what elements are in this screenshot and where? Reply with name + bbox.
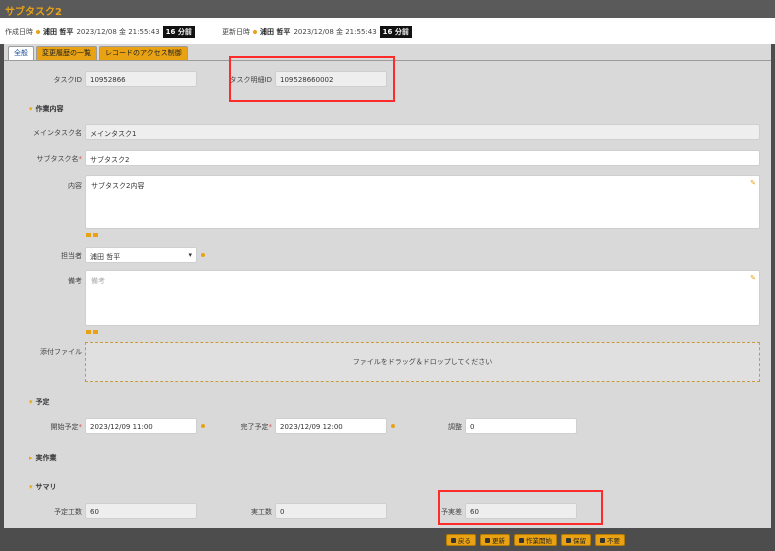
chevron-down-icon: ▾ xyxy=(29,398,33,406)
content-label: 内容 xyxy=(68,182,82,190)
hold-button[interactable]: 保留 xyxy=(561,534,591,546)
save-icon xyxy=(519,537,524,543)
end-label-text: 完了予定 xyxy=(240,423,269,431)
back-button[interactable]: 戻る xyxy=(446,534,476,546)
pencil-icon[interactable]: ✎ xyxy=(750,274,756,282)
start-work-button[interactable]: 作業開始 xyxy=(514,534,557,546)
adjust-label: 調整 xyxy=(448,423,462,431)
content-text: サブタスク2内容 xyxy=(91,182,145,190)
chevron-down-icon: ▾ xyxy=(188,251,192,259)
updated-user[interactable]: 浦田 哲平 xyxy=(260,27,290,37)
start-label-text: 開始予定 xyxy=(50,423,79,431)
meta-bar: 作成日時 浦田 哲平 2023/12/08 金 21:55:43 16 分前 更… xyxy=(0,18,775,44)
chevron-down-icon: ▾ xyxy=(29,105,33,113)
section-actual[interactable]: ▸ 実作業 xyxy=(29,453,57,463)
updated-ago-badge: 16 分前 xyxy=(379,26,412,38)
title-bar: サブタスク2 xyxy=(0,0,775,18)
content-textarea[interactable]: サブタスク2内容 ✎ xyxy=(85,175,760,229)
assignee-value: 浦田 哲平 xyxy=(90,253,121,261)
page-title: サブタスク2 xyxy=(5,7,62,18)
sub-task-label-text: サブタスク名 xyxy=(36,155,79,163)
section-summary[interactable]: ▾ サマリ xyxy=(29,482,57,492)
tab-general[interactable]: 全般 xyxy=(8,46,34,61)
footer-toolbar: 戻る 更新 作業開始 保留 不要 xyxy=(0,528,775,551)
updated-label: 更新日時 xyxy=(222,28,250,36)
user-search-icon[interactable] xyxy=(201,253,205,257)
note-textarea[interactable]: 備考 ✎ xyxy=(85,270,760,326)
section-plan-title: 予定 xyxy=(35,398,50,406)
assignee-select[interactable]: 浦田 哲平 ▾ xyxy=(85,247,197,263)
section-work-title: 作業内容 xyxy=(35,105,64,113)
back-icon xyxy=(451,537,456,543)
created-ago-badge: 16 分前 xyxy=(162,26,195,38)
format-icon[interactable] xyxy=(93,233,98,237)
tab-history[interactable]: 変更履歴の一覧 xyxy=(36,46,97,61)
format-icon[interactable] xyxy=(86,330,91,334)
attach-label: 添付ファイル xyxy=(40,348,82,356)
update-button[interactable]: 更新 xyxy=(480,534,510,546)
actual-hours-field[interactable]: 0 xyxy=(275,503,387,519)
back-button-label: 戻る xyxy=(458,537,471,545)
created-info: 作成日時 浦田 哲平 2023/12/08 金 21:55:43 16 分前 xyxy=(5,26,195,38)
actual-hours-label: 実工数 xyxy=(251,508,272,516)
sub-task-field[interactable]: サブタスク2 xyxy=(85,150,760,166)
end-label: 完了予定* xyxy=(204,422,273,432)
main-task-label: メインタスク名 xyxy=(33,129,82,137)
format-icon[interactable] xyxy=(93,330,98,334)
created-user[interactable]: 浦田 哲平 xyxy=(43,27,73,37)
updated-info: 更新日時 浦田 哲平 2023/12/08 金 21:55:43 16 分前 xyxy=(222,26,412,38)
plan-hours-field[interactable]: 60 xyxy=(85,503,197,519)
section-actual-title: 実作業 xyxy=(35,454,57,462)
note-placeholder: 備考 xyxy=(91,277,105,285)
pencil-icon[interactable]: ✎ xyxy=(750,179,756,187)
created-label: 作成日時 xyxy=(5,28,33,36)
start-work-button-label: 作業開始 xyxy=(526,537,552,545)
updated-date: 2023/12/08 金 21:55:43 xyxy=(293,28,377,36)
section-work[interactable]: ▾ 作業内容 xyxy=(29,104,64,114)
sub-task-label: サブタスク名* xyxy=(14,154,83,164)
unneeded-button[interactable]: 不要 xyxy=(595,534,625,546)
section-summary-title: サマリ xyxy=(35,483,57,491)
task-id-field[interactable]: 10952866 xyxy=(85,71,197,87)
section-plan[interactable]: ▾ 予定 xyxy=(29,397,50,407)
file-dropzone[interactable]: ファイルをドラッグ＆ドロップしてください xyxy=(85,342,760,382)
save-icon xyxy=(485,537,490,543)
required-mark: * xyxy=(78,423,83,431)
adjust-field[interactable]: 0 xyxy=(465,418,577,434)
created-date: 2023/12/08 金 21:55:43 xyxy=(76,28,160,36)
note-label: 備考 xyxy=(68,277,82,285)
user-dot-icon xyxy=(253,30,257,34)
chevron-right-icon: ▸ xyxy=(29,454,33,462)
save-icon xyxy=(566,537,571,543)
task-id-label: タスクID xyxy=(53,76,82,84)
form-panel: 全般 変更履歴の一覧 レコードのアクセス制御 タスクID 10952866 タス… xyxy=(4,44,771,528)
start-field[interactable]: 2023/12/09 11:00 xyxy=(85,418,197,434)
detail-id-highlight xyxy=(229,56,395,102)
chevron-down-icon: ▾ xyxy=(29,483,33,491)
tab-bar: 全般 変更履歴の一覧 レコードのアクセス制御 xyxy=(8,46,188,61)
hold-button-label: 保留 xyxy=(573,537,586,545)
user-dot-icon xyxy=(36,30,40,34)
dropzone-text: ファイルをドラッグ＆ドロップしてください xyxy=(352,358,493,366)
main-task-field[interactable]: メインタスク1 xyxy=(85,124,760,140)
start-label: 開始予定* xyxy=(14,422,83,432)
tab-access-control[interactable]: レコードのアクセス制御 xyxy=(99,46,188,61)
action-buttons: 戻る 更新 作業開始 保留 不要 xyxy=(446,534,625,546)
required-mark: * xyxy=(78,155,83,163)
end-field[interactable]: 2023/12/09 12:00 xyxy=(275,418,387,434)
assignee-label: 担当者 xyxy=(61,252,82,260)
plan-hours-label: 予定工数 xyxy=(54,508,82,516)
required-mark: * xyxy=(268,423,273,431)
format-icon[interactable] xyxy=(86,233,91,237)
diff-highlight xyxy=(438,490,603,525)
save-icon xyxy=(600,537,605,543)
unneeded-button-label: 不要 xyxy=(607,537,620,545)
update-button-label: 更新 xyxy=(492,537,505,545)
